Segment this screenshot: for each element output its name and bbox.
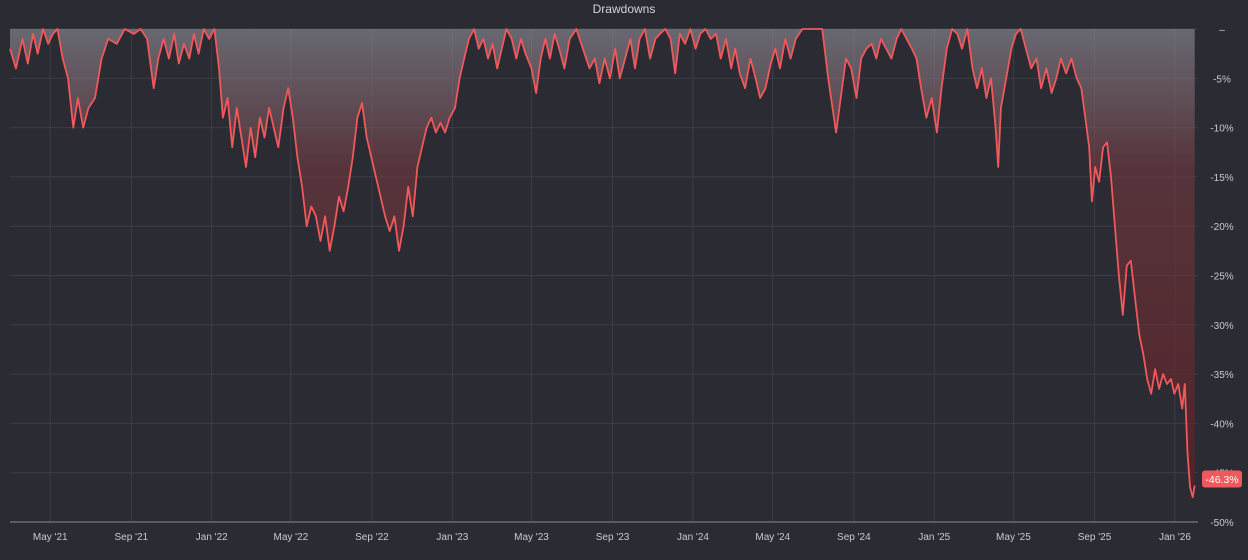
y-axis: –-5%-10%-15%-20%-25%-30%-35%-40%-45%-50% xyxy=(1210,25,1233,529)
x-axis: May '21 Sep '21 Jan '22 May '22 Sep '22 Jan '… xyxy=(10,521,1198,543)
x-tick-label: May '22 xyxy=(273,532,308,543)
x-tick-label: May '21 xyxy=(33,532,68,543)
x-tick-label: May '24 xyxy=(755,532,790,543)
y-tick-label: -50% xyxy=(1210,518,1233,529)
last-value-badge: -46.3% xyxy=(1202,470,1242,488)
y-tick-label: -15% xyxy=(1210,173,1233,184)
y-tick-label: -20% xyxy=(1210,222,1233,233)
x-tick-label: Sep '21 xyxy=(115,532,149,543)
drawdown-series xyxy=(9,28,1196,499)
y-tick-label: -40% xyxy=(1210,419,1233,430)
x-tick-label: Jan '25 xyxy=(918,532,950,543)
y-tick-label: -25% xyxy=(1210,272,1233,283)
last-value-label: -46.3% xyxy=(1205,474,1238,486)
y-tick-label: -30% xyxy=(1210,321,1233,332)
x-tick-label: Sep '25 xyxy=(1078,532,1112,543)
x-tick-label: Sep '24 xyxy=(837,532,871,543)
grid xyxy=(10,28,1198,523)
x-tick-label: Jan '22 xyxy=(196,532,228,543)
x-tick-label: Jan '26 xyxy=(1159,532,1191,543)
x-tick-label: May '23 xyxy=(514,532,549,543)
x-tick-label: May '25 xyxy=(996,532,1031,543)
y-tick-label: – xyxy=(1219,25,1225,36)
chart-canvas: May '21 Sep '21 Jan '22 May '22 Sep '22 Jan '… xyxy=(9,25,1242,543)
drawdown-area-fill xyxy=(10,29,1195,498)
x-tick-label: Jan '23 xyxy=(436,532,468,543)
x-tick-label: Sep '23 xyxy=(596,532,630,543)
y-tick-label: -5% xyxy=(1213,74,1231,85)
drawdowns-chart: Drawdowns May '21 Sep '21 Jan '22 May '22 Se… xyxy=(0,0,1248,560)
x-tick-label: Sep '22 xyxy=(355,532,389,543)
y-tick-label: -10% xyxy=(1210,124,1233,135)
y-tick-label: -35% xyxy=(1210,370,1233,381)
drawdown-area xyxy=(10,29,1195,498)
drawdown-line xyxy=(9,28,1196,499)
x-tick-label: Jan '24 xyxy=(677,532,709,543)
